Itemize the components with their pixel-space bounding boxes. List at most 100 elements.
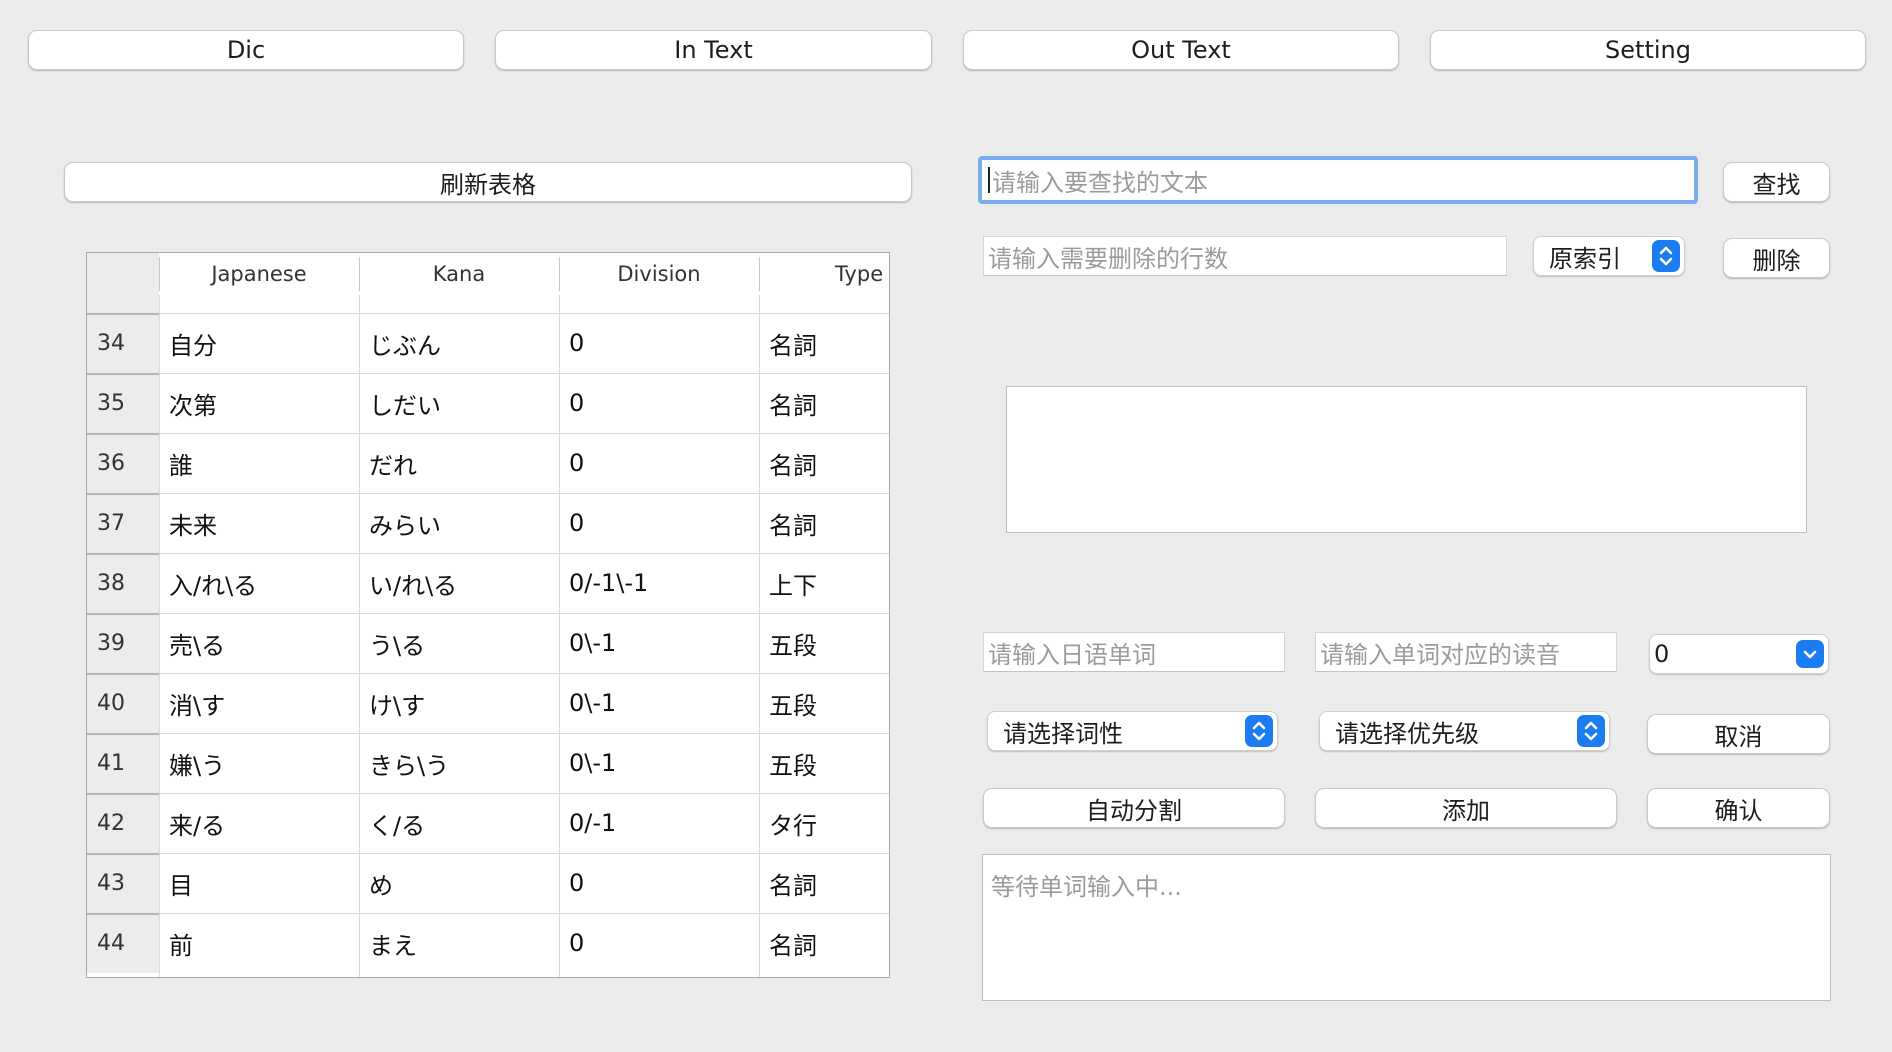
column-header-kana[interactable]: Kana	[359, 253, 559, 295]
row-index[interactable]: 39	[87, 613, 159, 673]
index-mode-value: 原索引	[1549, 244, 1621, 273]
row-index[interactable]: 42	[87, 793, 159, 853]
table-row[interactable]: 37 未来 みらい 0 名詞	[87, 493, 889, 553]
cell-japanese[interactable]: 次第	[159, 373, 359, 433]
reading-input[interactable]: 请输入单词对应的读音	[1315, 632, 1617, 672]
cell-kana[interactable]: う\る	[359, 613, 559, 673]
cell-kana[interactable]: だれ	[359, 433, 559, 493]
cell-japanese[interactable]: 入/れ\る	[159, 553, 359, 613]
preview-textarea[interactable]	[1006, 386, 1807, 533]
part-of-speech-select[interactable]: 请选择词性	[987, 711, 1278, 751]
table-row[interactable]: 43 目め 0 名詞	[87, 853, 889, 913]
cell-type[interactable]: 上下	[759, 553, 889, 613]
cell-kana[interactable]: きら\う	[359, 733, 559, 793]
row-index[interactable]: 40	[87, 673, 159, 733]
cell-division[interactable]: 0\-1	[559, 673, 759, 733]
add-button[interactable]: 添加	[1315, 788, 1617, 828]
delete-rows-input[interactable]: 请输入需要删除的行数	[983, 236, 1507, 276]
cell-kana[interactable]: しだい	[359, 373, 559, 433]
part-of-speech-value: 请选择词性	[1003, 719, 1123, 748]
row-index[interactable]: 44	[87, 913, 159, 973]
table-row[interactable]: 35 次第 しだい 0 名詞	[87, 373, 889, 433]
row-divider	[159, 733, 889, 734]
cell-japanese[interactable]: 未来	[159, 493, 359, 553]
row-header-divider	[87, 313, 159, 315]
table-row[interactable]: 36 誰だれ 0 名詞	[87, 433, 889, 493]
table-row[interactable]: 39 売\る う\る 0\-1 五段	[87, 613, 889, 673]
row-divider	[159, 613, 889, 614]
tab-in-text[interactable]: In Text	[495, 30, 932, 70]
row-index[interactable]: 38	[87, 553, 159, 613]
cell-kana[interactable]: く/る	[359, 793, 559, 853]
tab-out-text[interactable]: Out Text	[963, 30, 1399, 70]
cell-division[interactable]: 0	[559, 913, 759, 973]
cell-division[interactable]: 0	[559, 853, 759, 913]
cell-kana[interactable]: みらい	[359, 493, 559, 553]
row-header-divider	[87, 913, 159, 915]
search-input[interactable]: 请输入要查找的文本	[978, 156, 1698, 204]
cell-japanese[interactable]: 自分	[159, 313, 359, 373]
cell-japanese[interactable]: 嫌\う	[159, 733, 359, 793]
cell-type[interactable]: 名詞	[759, 493, 889, 553]
column-divider	[359, 295, 360, 977]
tab-setting[interactable]: Setting	[1430, 30, 1866, 70]
cell-kana[interactable]: まえ	[359, 913, 559, 973]
cell-type[interactable]: 名詞	[759, 433, 889, 493]
number-select[interactable]: 0	[1649, 634, 1829, 674]
row-index[interactable]: 37	[87, 493, 159, 553]
row-index[interactable]: 36	[87, 433, 159, 493]
cell-kana[interactable]: じぶん	[359, 313, 559, 373]
priority-select[interactable]: 请选择优先级	[1319, 711, 1610, 751]
row-index[interactable]: 43	[87, 853, 159, 913]
cell-type[interactable]: 五段	[759, 673, 889, 733]
cell-japanese[interactable]: 消\す	[159, 673, 359, 733]
tab-dic[interactable]: Dic	[28, 30, 464, 70]
cell-japanese[interactable]: 誰	[159, 433, 359, 493]
cell-division[interactable]: 0/-1\-1	[559, 553, 759, 613]
column-header-division[interactable]: Division	[559, 253, 759, 295]
cell-type[interactable]: 名詞	[759, 313, 889, 373]
cell-division[interactable]: 0\-1	[559, 733, 759, 793]
cell-kana[interactable]: い/れ\る	[359, 553, 559, 613]
row-index[interactable]: 41	[87, 733, 159, 793]
cell-type[interactable]: タ行	[759, 793, 889, 853]
refresh-table-button[interactable]: 刷新表格	[64, 162, 912, 202]
index-mode-select[interactable]: 原索引	[1533, 236, 1685, 276]
cell-division[interactable]: 0	[559, 493, 759, 553]
japanese-word-input[interactable]: 请输入日语单词	[983, 632, 1285, 672]
table-row[interactable]: 42 来/る く/る 0/-1 タ行	[87, 793, 889, 853]
cell-japanese[interactable]: 売\る	[159, 613, 359, 673]
search-button[interactable]: 查找	[1723, 162, 1830, 202]
cell-kana[interactable]: け\す	[359, 673, 559, 733]
cell-division[interactable]: 0	[559, 373, 759, 433]
cell-type[interactable]: 名詞	[759, 853, 889, 913]
cell-type[interactable]: 名詞	[759, 913, 889, 973]
cell-kana[interactable]: め	[359, 853, 559, 913]
cancel-button[interactable]: 取消	[1647, 714, 1830, 754]
delete-button[interactable]: 删除	[1723, 238, 1830, 278]
cell-japanese[interactable]: 来/る	[159, 793, 359, 853]
confirm-button[interactable]: 确认	[1647, 788, 1830, 828]
cell-division[interactable]: 0/-1	[559, 793, 759, 853]
cell-division[interactable]: 0	[559, 433, 759, 493]
table-row[interactable]: 34 自分 じぶん 0 名詞	[87, 313, 889, 373]
column-header-japanese[interactable]: Japanese	[159, 253, 359, 295]
cell-japanese[interactable]: 前	[159, 913, 359, 973]
row-header-divider	[87, 673, 159, 675]
row-index[interactable]: 34	[87, 313, 159, 373]
auto-split-button[interactable]: 自动分割	[983, 788, 1285, 828]
cell-type[interactable]: 名詞	[759, 373, 889, 433]
cell-division[interactable]: 0	[559, 313, 759, 373]
table-row[interactable]: 44 前まえ 0 名詞	[87, 913, 889, 973]
table-row[interactable]: 40 消\す け\す 0\-1 五段	[87, 673, 889, 733]
dictionary-table[interactable]: Japanese Kana Division Type 34 自分 じぶん 0 名詞 35…	[86, 252, 890, 978]
cell-japanese[interactable]: 目	[159, 853, 359, 913]
cell-type[interactable]: 五段	[759, 733, 889, 793]
cell-type[interactable]: 五段	[759, 613, 889, 673]
table-row[interactable]: 41 嫌\う きら\う 0\-1 五段	[87, 733, 889, 793]
table-row[interactable]: 38 入/れ\る い/れ\る 0/-1\-1 上下	[87, 553, 889, 613]
cell-division[interactable]: 0\-1	[559, 613, 759, 673]
column-header-type[interactable]: Type	[759, 253, 889, 295]
row-index[interactable]: 35	[87, 373, 159, 433]
log-textarea[interactable]: 等待单词输入中...	[982, 854, 1831, 1001]
